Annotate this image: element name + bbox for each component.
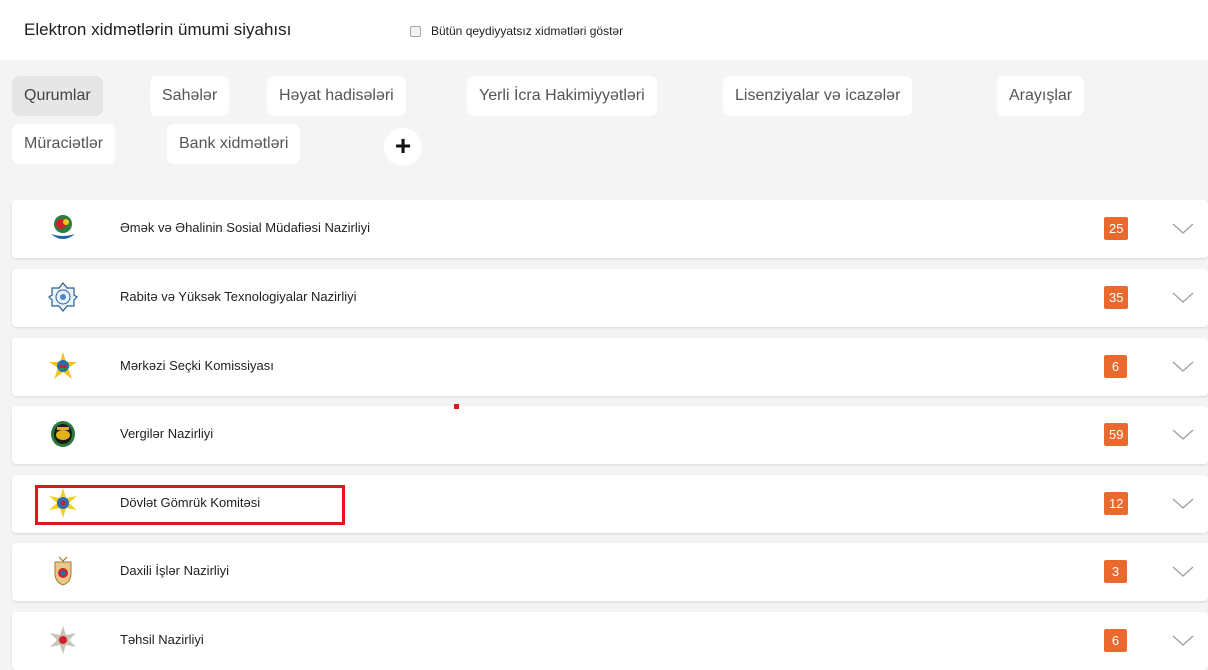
tax-ministry-logo-icon [51, 421, 75, 447]
org-row[interactable]: Təhsil Nazirliyi 6 [12, 612, 1208, 670]
chevron-down-icon[interactable] [1172, 361, 1194, 373]
service-count-badge: 6 [1104, 629, 1127, 652]
communications-ministry-logo-icon [48, 282, 78, 312]
org-name: Təhsil Nazirliyi [120, 632, 204, 647]
election-commission-logo-icon [49, 352, 77, 379]
highlight-box [35, 485, 345, 525]
page-title: Elektron xidmətlərin ümumi siyahısı [24, 20, 292, 39]
org-row[interactable]: Daxili İşlər Nazirliyi 3 [12, 543, 1208, 601]
service-count-badge: 12 [1104, 492, 1129, 515]
org-row[interactable]: Vergilər Nazirliyi 59 [12, 406, 1208, 464]
tab-arayislar[interactable]: Arayışlar [997, 76, 1085, 116]
chevron-down-icon[interactable] [1172, 498, 1194, 510]
chevron-down-icon[interactable] [1172, 292, 1194, 304]
tab-heyat-hadiseleri[interactable]: Həyat hadisələri [267, 76, 406, 116]
show-unregistered-toggle[interactable]: Bütün qeydiyyatsız xidmətləri göstər [410, 24, 623, 38]
service-count-badge: 6 [1104, 355, 1127, 378]
service-count-badge: 25 [1104, 217, 1129, 240]
tab-muracietler[interactable]: Müraciətlər [12, 124, 116, 164]
internal-affairs-logo-icon [54, 556, 72, 586]
chevron-down-icon[interactable] [1172, 635, 1194, 647]
org-name: Daxili İşlər Nazirliyi [120, 563, 230, 578]
labor-ministry-logo-icon [51, 215, 75, 239]
service-count-badge: 59 [1104, 423, 1129, 446]
org-name: Vergilər Nazirliyi [120, 426, 214, 441]
org-name: Əmək və Əhalinin Sosial Müdafiəsi Nazirl… [120, 220, 371, 235]
org-row[interactable]: Rabitə və Yüksək Texnologiyalar Nazirliy… [12, 269, 1208, 327]
org-row[interactable]: Əmək və Əhalinin Sosial Müdafiəsi Nazirl… [12, 200, 1208, 258]
service-count-badge: 3 [1104, 560, 1127, 583]
org-name: Mərkəzi Seçki Komissiyası [120, 358, 274, 373]
page-header: Elektron xidmətlərin ümumi siyahısı Bütü… [0, 0, 1208, 60]
tab-lisenziyalar[interactable]: Lisenziyalar və icazələr [723, 76, 913, 116]
tab-saheler[interactable]: Sahələr [150, 76, 230, 116]
chevron-down-icon[interactable] [1172, 429, 1194, 441]
cursor-marker [454, 404, 459, 409]
tab-bank-xidmetleri[interactable]: Bank xidmətləri [167, 124, 301, 164]
tab-qurumlar[interactable]: Qurumlar [12, 76, 103, 116]
chevron-down-icon[interactable] [1172, 566, 1194, 578]
org-name: Rabitə və Yüksək Texnologiyalar Nazirliy… [120, 289, 357, 304]
show-unregistered-checkbox[interactable] [410, 25, 421, 37]
service-count-badge: 35 [1104, 286, 1129, 309]
education-ministry-logo-icon [50, 626, 76, 654]
org-row[interactable]: Mərkəzi Seçki Komissiyası 6 [12, 338, 1208, 396]
tab-yerli-icra[interactable]: Yerli İcra Hakimiyyətləri [467, 76, 657, 116]
chevron-down-icon[interactable] [1172, 223, 1194, 235]
show-unregistered-label: Bütün qeydiyyatsız xidmətləri göstər [431, 24, 624, 38]
add-tab-button[interactable]: + [384, 128, 422, 166]
